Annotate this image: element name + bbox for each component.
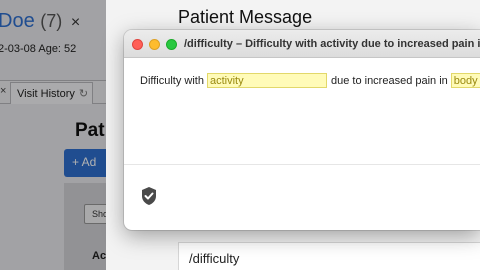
modal-overlay <box>0 0 106 270</box>
popup-titlebar: /difficulty – Difficulty with activity d… <box>124 30 480 58</box>
template-middle: due to increased pain in <box>330 74 448 87</box>
popup-title: /difficulty – Difficulty with activity d… <box>184 38 480 50</box>
message-input[interactable]: /difficulty <box>178 242 480 270</box>
template-text: Difficulty with activity due to increase… <box>140 73 480 88</box>
template-prefix: Difficulty with <box>140 74 204 87</box>
popup-body: Difficulty with activity due to increase… <box>124 58 480 164</box>
activity-field[interactable]: activity <box>206 73 327 88</box>
zoom-window-button[interactable] <box>166 39 177 50</box>
background-app: Doe (7) × 2-03-08 Age: 52 × Visit Histor… <box>0 0 106 270</box>
patient-message-title: Patient Message <box>178 7 313 27</box>
body-part-field[interactable]: body pa <box>450 73 480 88</box>
shield-check-icon[interactable] <box>140 186 158 206</box>
popup-divider <box>124 164 480 165</box>
close-window-button[interactable] <box>132 39 143 50</box>
macro-popup: /difficulty – Difficulty with activity d… <box>124 30 480 230</box>
minimize-window-button[interactable] <box>149 39 160 50</box>
